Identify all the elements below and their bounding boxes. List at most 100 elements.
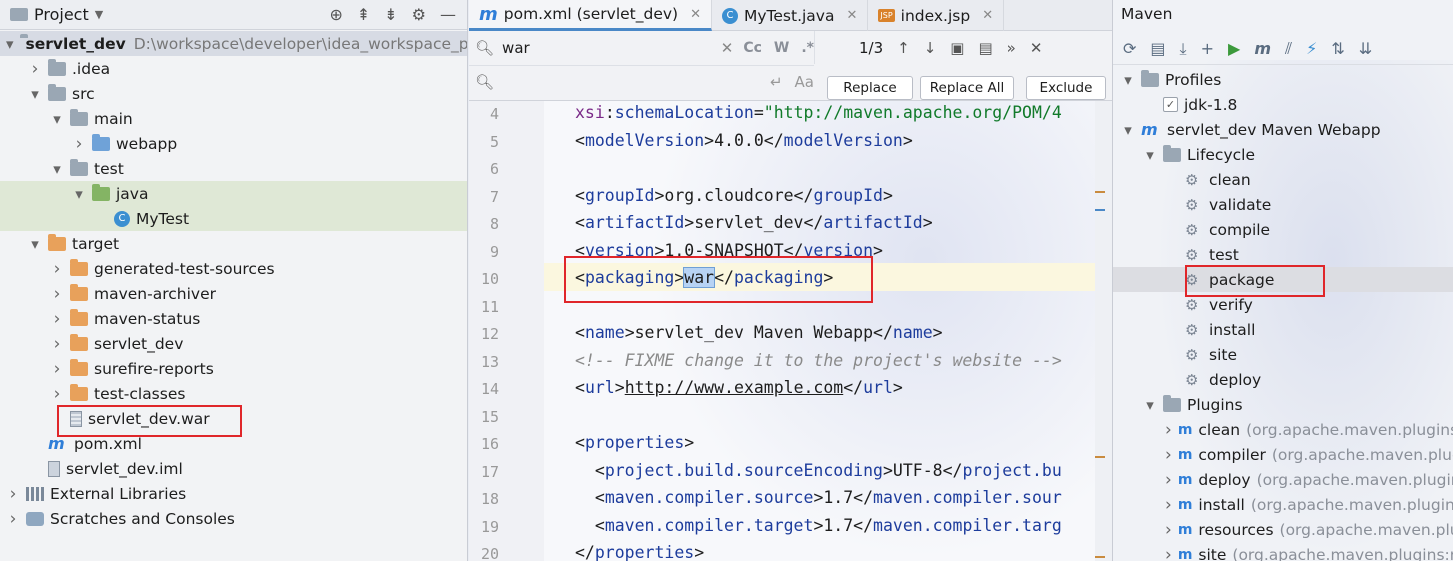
maven-tree-row[interactable]: ✓ jdk-1.8 — [1113, 92, 1453, 117]
tree-row[interactable]: › Scratches and Consoles — [0, 506, 467, 531]
regex-toggle[interactable]: .* — [801, 40, 814, 56]
expand-all-icon[interactable]: ⇟ — [384, 5, 397, 24]
minimize-icon[interactable]: — — [440, 5, 456, 24]
chevron-right-icon[interactable]: › — [50, 359, 64, 379]
chevron-right-icon[interactable]: › — [50, 309, 64, 329]
run-icon[interactable]: ▶ — [1228, 39, 1240, 58]
tree-row[interactable]: ▾ java — [0, 181, 467, 206]
tree-row[interactable]: › maven-status — [0, 306, 467, 331]
tree-row[interactable]: › .idea — [0, 56, 467, 81]
tree-row[interactable]: › servlet_dev — [0, 331, 467, 356]
maven-tree-row[interactable]: › m deploy (org.apache.maven.plugin — [1113, 467, 1453, 492]
preserve-case-toggle[interactable]: Aa — [795, 73, 814, 91]
chevron-right-icon[interactable]: › — [1165, 420, 1172, 440]
maven-tree-row[interactable]: ▾ Lifecycle — [1113, 142, 1453, 167]
chevron-right-icon[interactable]: › — [1165, 445, 1172, 465]
chevron-right-icon[interactable]: › — [50, 259, 64, 279]
chevron-right-icon[interactable]: › — [6, 509, 20, 529]
filter-icon[interactable]: ▤ — [978, 39, 992, 57]
clear-search-icon[interactable]: ✕ — [721, 39, 734, 57]
chevron-down-icon[interactable]: ▾ — [6, 35, 14, 53]
target-icon[interactable]: ⊕ — [329, 5, 342, 24]
search-icon[interactable]: 🔍︎ — [475, 39, 494, 57]
gear-icon[interactable]: ⚙ — [412, 5, 426, 24]
maven-tree-row[interactable]: › m compiler (org.apache.maven.plugin — [1113, 442, 1453, 467]
tree-row[interactable]: ▾ servlet_dev D:\workspace\developer\idea_… — [0, 31, 467, 56]
chevron-down-icon[interactable]: ▾ — [28, 235, 42, 253]
maven-tree-row[interactable]: ⚙ site — [1113, 342, 1453, 367]
chevron-right-icon[interactable]: › — [1165, 520, 1172, 540]
add-folder-icon[interactable]: ▤ — [1150, 39, 1165, 58]
close-find-icon[interactable]: ✕ — [1030, 39, 1043, 57]
chevron-down-icon[interactable]: ▾ — [1121, 71, 1135, 89]
maven-tree-row[interactable]: ▾ Plugins — [1113, 392, 1453, 417]
editor-scrollbar[interactable] — [1095, 101, 1112, 561]
tree-row[interactable]: › maven-archiver — [0, 281, 467, 306]
editor-tab[interactable]: C MyTest.java ✕ — [712, 0, 869, 31]
collapse-all-icon[interactable]: ⇞ — [357, 5, 370, 24]
more-options-icon[interactable]: » — [1007, 39, 1016, 57]
reload-icon[interactable]: ⟳ — [1123, 39, 1136, 58]
words-toggle[interactable]: W — [774, 40, 789, 56]
maven-tree-row[interactable]: › m site (org.apache.maven.plugins:m — [1113, 542, 1453, 561]
chevron-right-icon[interactable]: › — [50, 334, 64, 354]
replace-icon[interactable]: 🔍︎ — [475, 73, 494, 91]
editor-tab[interactable]: JSP index.jsp ✕ — [868, 0, 1005, 31]
chevron-down-icon[interactable]: ▾ — [50, 110, 64, 128]
close-tab-icon[interactable]: ✕ — [690, 7, 701, 22]
chevron-right-icon[interactable]: › — [28, 59, 42, 79]
match-case-toggle[interactable]: Cc — [743, 40, 762, 56]
chevron-right-icon[interactable]: › — [1165, 470, 1172, 490]
maven-tree-row[interactable]: ▾ Profiles — [1113, 67, 1453, 92]
maven-goal-icon[interactable]: m — [1254, 39, 1271, 58]
maven-tree-row[interactable]: › m install (org.apache.maven.plugins — [1113, 492, 1453, 517]
maven-tree-row[interactable]: ⚙ clean — [1113, 167, 1453, 192]
replace-all-button[interactable]: Replace All — [920, 76, 1014, 100]
maven-tree-row[interactable]: › m clean (org.apache.maven.plugins: — [1113, 417, 1453, 442]
tree-row[interactable]: › test-classes — [0, 381, 467, 406]
close-tab-icon[interactable]: ✕ — [846, 8, 857, 23]
chevron-down-icon[interactable]: ▾ — [1143, 146, 1157, 164]
exclude-button[interactable]: Exclude — [1026, 76, 1106, 100]
tree-row[interactable]: › External Libraries — [0, 481, 467, 506]
chevron-right-icon[interactable]: › — [1165, 545, 1172, 561]
maven-tree-row[interactable]: ⚙ deploy — [1113, 367, 1453, 392]
chevron-down-icon[interactable]: ▾ — [72, 185, 86, 203]
maven-tree-row[interactable]: ⚙ test — [1113, 242, 1453, 267]
maven-tree-row[interactable]: ⚙ compile — [1113, 217, 1453, 242]
tree-row[interactable]: ▾ src — [0, 81, 467, 106]
project-view-selector[interactable]: Project ▼ — [10, 5, 103, 24]
maven-tree-row[interactable]: ⚙ install — [1113, 317, 1453, 342]
chevron-right-icon[interactable]: › — [72, 134, 86, 154]
chevron-down-icon[interactable]: ▾ — [1121, 121, 1135, 139]
select-all-occurrences-icon[interactable]: ▣ — [950, 39, 964, 57]
search-input[interactable]: war — [502, 39, 721, 57]
show-deps-icon[interactable]: ⇅ — [1331, 39, 1344, 58]
preserve-case-icon[interactable]: ↵ — [770, 73, 783, 91]
tree-row[interactable]: servlet_dev.iml — [0, 456, 467, 481]
previous-match-icon[interactable]: ↑ — [897, 39, 910, 57]
replace-button[interactable]: Replace — [827, 76, 913, 100]
chevron-down-icon[interactable]: ▾ — [28, 85, 42, 103]
maven-tree-row[interactable]: ⚙ validate — [1113, 192, 1453, 217]
collapse-icon[interactable]: ⇊ — [1359, 39, 1372, 58]
tree-row[interactable]: › webapp — [0, 131, 467, 156]
chevron-right-icon[interactable]: › — [6, 484, 20, 504]
tree-row[interactable]: C MyTest — [0, 206, 467, 231]
chevron-down-icon[interactable]: ▾ — [50, 160, 64, 178]
toggle-offline-icon[interactable]: ⫽ — [1285, 39, 1292, 59]
maven-tree-row[interactable]: › m resources (org.apache.maven.plu — [1113, 517, 1453, 542]
tree-row[interactable]: ▾ main — [0, 106, 467, 131]
skip-tests-icon[interactable]: ⚡ — [1306, 39, 1317, 58]
chevron-right-icon[interactable]: › — [1165, 495, 1172, 515]
tree-row[interactable]: › surefire-reports — [0, 356, 467, 381]
editor-tab[interactable]: m pom.xml (servlet_dev) ✕ — [469, 0, 712, 31]
download-icon[interactable]: ⤓ — [1180, 39, 1187, 59]
plus-icon[interactable]: + — [1201, 39, 1214, 58]
chevron-down-icon[interactable]: ▾ — [1143, 396, 1157, 414]
tree-row[interactable]: ▾ target — [0, 231, 467, 256]
checkbox-checked-icon[interactable]: ✓ — [1163, 97, 1178, 112]
tree-row[interactable]: › generated-test-sources — [0, 256, 467, 281]
next-match-icon[interactable]: ↓ — [924, 39, 937, 57]
close-tab-icon[interactable]: ✕ — [982, 8, 993, 23]
